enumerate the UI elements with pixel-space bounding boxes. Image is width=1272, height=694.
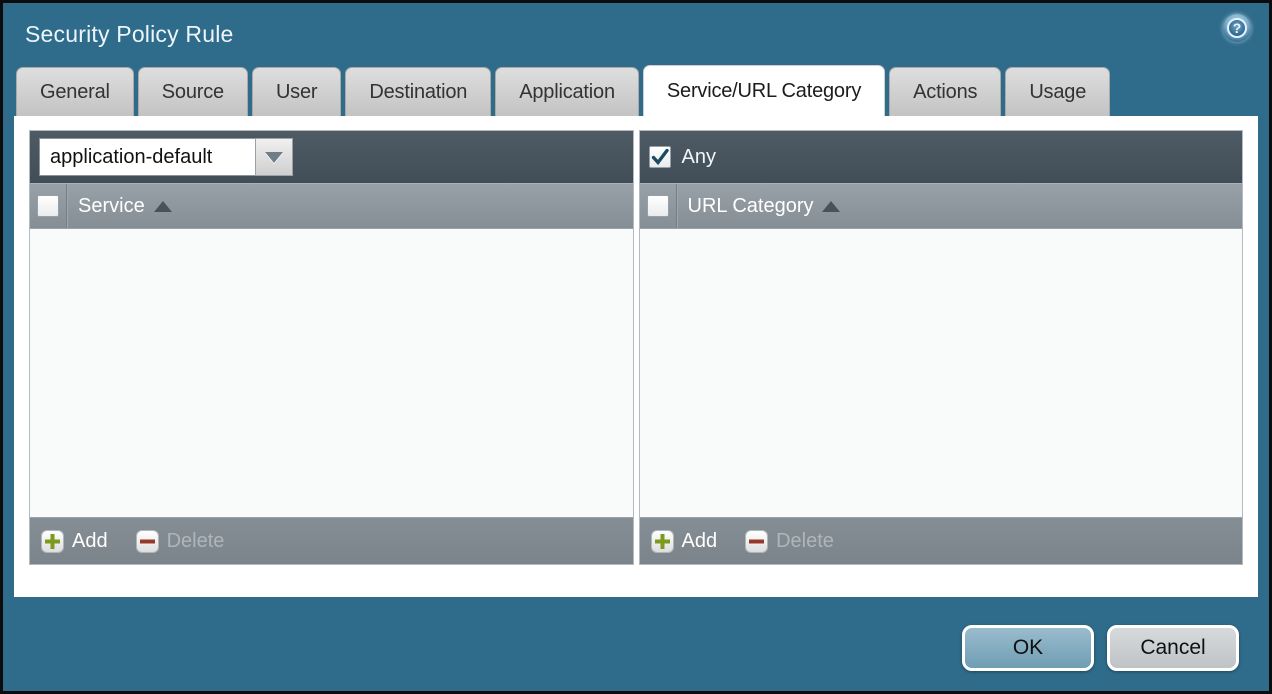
ok-button[interactable]: OK xyxy=(962,625,1094,671)
service-add-button[interactable]: Add xyxy=(41,530,108,553)
plus-icon xyxy=(651,530,674,553)
chevron-down-icon xyxy=(265,152,283,163)
tab-strip: General Source User Destination Applicat… xyxy=(3,65,1269,116)
service-table-header: Service xyxy=(30,183,633,229)
help-icon[interactable]: ? xyxy=(1223,14,1251,42)
url-category-panel: Any URL Category Add xyxy=(639,130,1244,565)
url-category-toolbar: Any xyxy=(640,131,1243,183)
url-category-add-button[interactable]: Add xyxy=(651,530,718,553)
dialog-title: Security Policy Rule xyxy=(25,21,234,48)
service-type-dropdown-button[interactable] xyxy=(255,138,293,176)
url-category-header-checkbox-cell xyxy=(640,184,677,228)
service-add-label: Add xyxy=(72,530,108,553)
cancel-button[interactable]: Cancel xyxy=(1107,625,1239,671)
question-mark-glyph: ? xyxy=(1227,18,1247,38)
service-footer: Add Delete xyxy=(30,517,633,564)
dialog-action-bar: OK Cancel xyxy=(962,625,1239,671)
tab-general[interactable]: General xyxy=(16,67,134,116)
checkmark-icon xyxy=(650,147,670,167)
any-checkbox[interactable] xyxy=(649,146,671,168)
tab-application[interactable]: Application xyxy=(495,67,639,116)
tab-service-url-category[interactable]: Service/URL Category xyxy=(643,65,885,116)
service-select-all-checkbox[interactable] xyxy=(37,195,59,217)
security-policy-rule-dialog: Security Policy Rule ? General Source Us… xyxy=(0,0,1272,694)
tab-source[interactable]: Source xyxy=(138,67,248,116)
any-checkbox-label: Any xyxy=(682,146,716,169)
tab-usage[interactable]: Usage xyxy=(1005,67,1110,116)
service-delete-label: Delete xyxy=(167,530,225,553)
plus-icon xyxy=(41,530,64,553)
minus-icon xyxy=(136,530,159,553)
service-delete-button[interactable]: Delete xyxy=(136,530,225,553)
url-category-delete-button[interactable]: Delete xyxy=(745,530,834,553)
sort-ascending-icon[interactable] xyxy=(822,201,840,212)
service-column-label: Service xyxy=(78,195,145,218)
tab-actions[interactable]: Actions xyxy=(889,67,1001,116)
url-category-select-all-checkbox[interactable] xyxy=(647,195,669,217)
tab-destination[interactable]: Destination xyxy=(345,67,491,116)
url-category-column-label: URL Category xyxy=(688,195,814,218)
title-bar: Security Policy Rule ? xyxy=(3,3,1269,65)
minus-icon xyxy=(745,530,768,553)
url-category-table-header: URL Category xyxy=(640,183,1243,229)
url-category-delete-label: Delete xyxy=(776,530,834,553)
service-table-body[interactable] xyxy=(30,229,633,517)
url-category-table-body[interactable] xyxy=(640,229,1243,517)
service-header-checkbox-cell xyxy=(30,184,67,228)
service-toolbar: application-default xyxy=(30,131,633,183)
tab-content-service-url-category: application-default Service xyxy=(14,116,1258,597)
service-type-dropdown[interactable]: application-default xyxy=(39,138,293,176)
tab-user[interactable]: User xyxy=(252,67,341,116)
service-panel: application-default Service xyxy=(29,130,634,565)
url-category-footer: Add Delete xyxy=(640,517,1243,564)
url-category-add-label: Add xyxy=(682,530,718,553)
service-type-dropdown-value[interactable]: application-default xyxy=(39,138,255,176)
sort-ascending-icon[interactable] xyxy=(154,201,172,212)
